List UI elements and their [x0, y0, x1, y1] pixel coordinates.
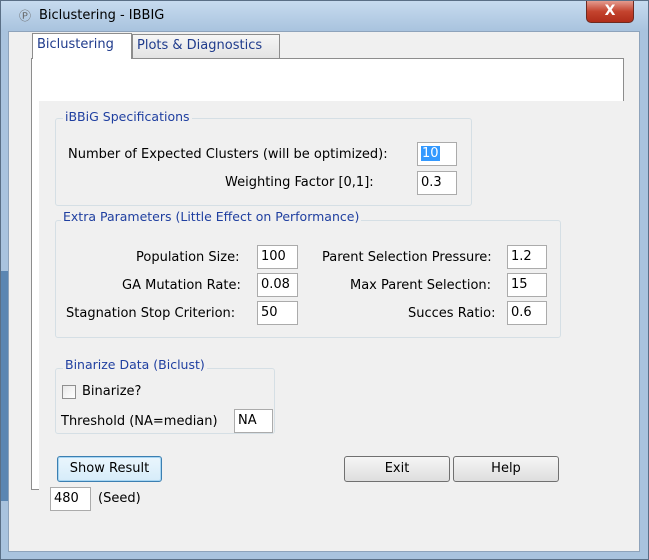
spec-group: [55, 118, 472, 206]
succes-ratio-input[interactable]: 0.6: [507, 301, 547, 325]
pressure-input[interactable]: 1.2: [507, 245, 547, 269]
stagnation-label: Stagnation Stop Criterion:: [66, 306, 236, 321]
weighting-input[interactable]: 0.3: [417, 171, 457, 195]
threshold-label: Threshold (NA=median): [61, 414, 218, 429]
help-button[interactable]: Help: [453, 456, 559, 482]
succes-ratio-label: Succes Ratio:: [408, 306, 496, 321]
seed-label: (Seed): [98, 491, 141, 506]
binarize-group-legend: Binarize Data (Biclust): [63, 357, 207, 372]
mutation-input[interactable]: 0.08: [257, 273, 298, 297]
close-button[interactable]: X: [586, 1, 634, 23]
max-parent-label: Max Parent Selection:: [350, 278, 492, 293]
seed-input[interactable]: 480: [50, 487, 91, 511]
pressure-label: Parent Selection Pressure:: [322, 250, 492, 265]
tab-plots-diagnostics[interactable]: Plots & Diagnostics: [132, 34, 280, 58]
population-input[interactable]: 100: [257, 245, 298, 269]
max-parent-input[interactable]: 15: [507, 273, 547, 297]
r-logo-icon: Ⓟ: [18, 9, 31, 23]
tab-biclustering[interactable]: Biclustering: [32, 33, 132, 59]
mutation-label: GA Mutation Rate:: [122, 278, 241, 293]
exit-button[interactable]: Exit: [344, 456, 450, 482]
weighting-label: Weighting Factor [0,1]:: [225, 175, 374, 190]
clusters-input[interactable]: 10: [417, 142, 457, 166]
spec-group-legend: iBBiG Specifications: [63, 109, 192, 124]
window-title: Biclustering - IBBIG: [39, 8, 165, 23]
population-label: Population Size:: [136, 250, 240, 265]
binarize-checkbox-label[interactable]: Binarize?: [82, 384, 141, 399]
threshold-input[interactable]: NA: [234, 409, 273, 433]
stagnation-input[interactable]: 50: [257, 301, 298, 325]
show-result-button[interactable]: Show Result: [57, 456, 162, 482]
title-bar[interactable]: Ⓟ Biclustering - IBBIG X: [1, 1, 648, 31]
extra-group-legend: Extra Parameters (Little Effect on Perfo…: [61, 209, 362, 224]
binarize-checkbox[interactable]: [62, 385, 76, 399]
clusters-label: Number of Expected Clusters (will be opt…: [68, 147, 388, 162]
